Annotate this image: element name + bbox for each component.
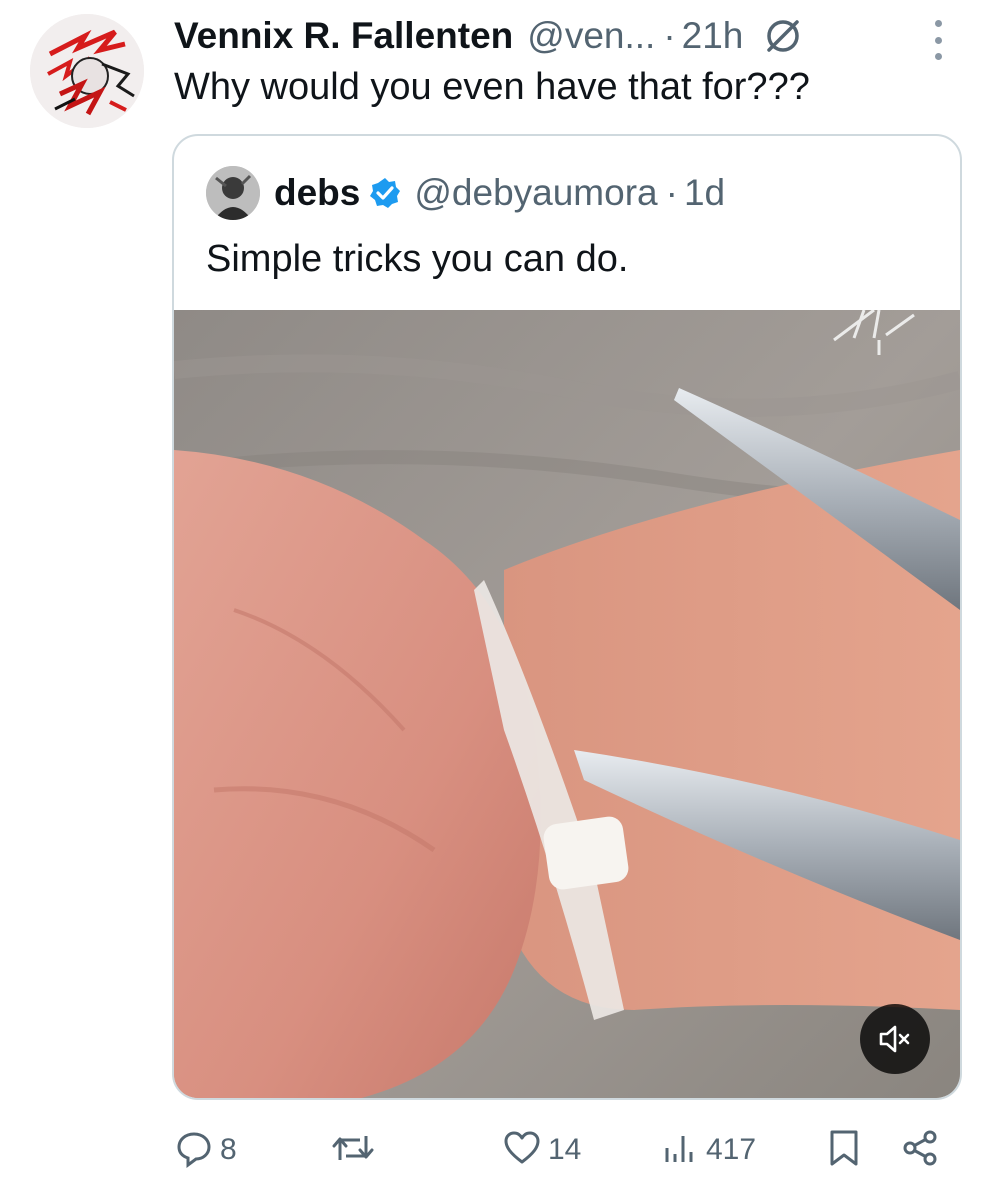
header-separator: · (663, 15, 676, 56)
tweet-header: Vennix R. Fallenten @ven... · 21h (174, 12, 805, 60)
action-bar: 8 14 417 (0, 1120, 995, 1180)
author-name[interactable]: Vennix R. Fallenten (174, 15, 513, 57)
author-handle[interactable]: @ven... (527, 15, 655, 57)
volume-muted-icon[interactable] (860, 1004, 930, 1074)
quote-text: Simple tricks you can do. (206, 238, 629, 280)
quote-header: debs @debyaumora · 1d (206, 164, 725, 222)
tweet-time[interactable]: 21h (682, 15, 744, 57)
repost-button[interactable] (330, 1120, 382, 1180)
like-icon (502, 1128, 542, 1173)
like-button[interactable]: 14 (502, 1120, 581, 1180)
bookmark-button[interactable] (826, 1120, 862, 1180)
reply-icon (174, 1128, 214, 1173)
bookmark-icon (826, 1128, 862, 1173)
author-avatar[interactable] (30, 14, 144, 128)
quoted-tweet[interactable]: debs @debyaumora · 1d Simple tricks you … (172, 134, 962, 1100)
quote-author-avatar[interactable] (206, 166, 260, 220)
grok-icon[interactable] (761, 14, 805, 58)
reply-button[interactable]: 8 (174, 1120, 237, 1180)
quote-time[interactable]: 1d (684, 172, 725, 214)
more-vertical-icon[interactable] (926, 20, 950, 60)
views-button[interactable]: 417 (660, 1120, 756, 1180)
quote-author-handle[interactable]: @debyaumora (414, 172, 657, 214)
like-count: 14 (548, 1133, 582, 1166)
reply-count: 8 (220, 1133, 237, 1166)
share-icon (900, 1128, 940, 1173)
verified-badge-icon (368, 176, 402, 210)
tweet-text: Why would you even have that for??? (174, 66, 810, 108)
views-icon (660, 1128, 700, 1173)
quote-separator: · (665, 172, 678, 213)
avatar-red-sketch-image (30, 14, 144, 128)
video-frame (174, 310, 960, 1098)
share-button[interactable] (900, 1120, 940, 1180)
quote-author-name[interactable]: debs (274, 172, 360, 214)
repost-icon (330, 1128, 376, 1173)
views-count: 417 (706, 1133, 757, 1166)
quote-video[interactable] (174, 310, 960, 1098)
